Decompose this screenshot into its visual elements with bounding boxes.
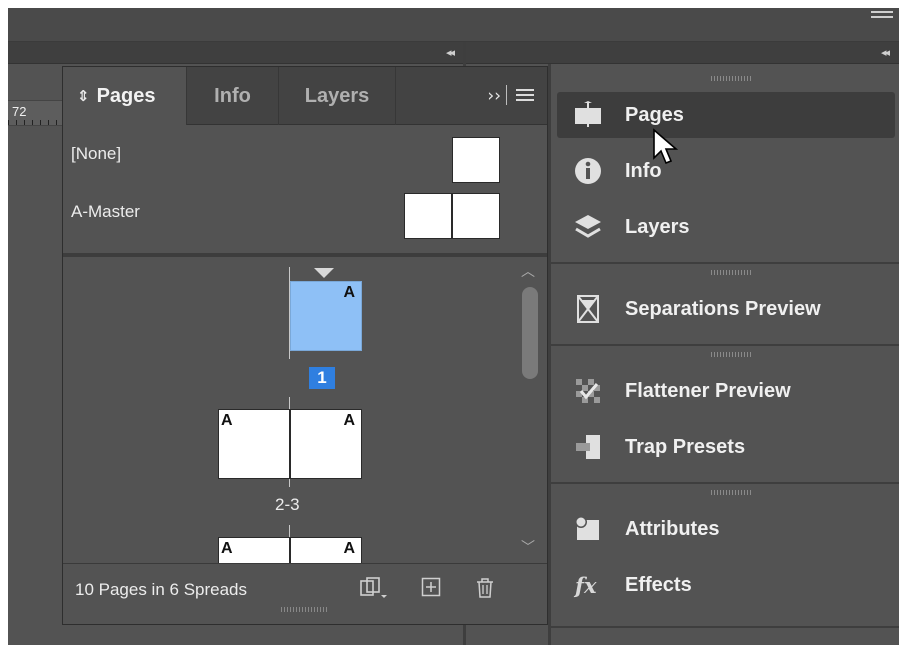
separations-preview-icon bbox=[577, 295, 599, 323]
dock-grip[interactable] bbox=[711, 490, 751, 495]
pages-summary: 10 Pages in 6 Spreads bbox=[75, 580, 248, 599]
scroll-up-icon[interactable]: ︿ bbox=[521, 261, 535, 281]
pages-panel: ⇕ Pages Info Layers ›› [None] A-Master A… bbox=[62, 66, 548, 625]
dock-item-flattener-preview[interactable]: Flattener Preview bbox=[557, 368, 895, 414]
top-bar bbox=[8, 8, 899, 42]
scroll-thumb[interactable] bbox=[522, 287, 538, 379]
attributes-icon bbox=[575, 516, 599, 540]
dock-item-label: Pages bbox=[625, 104, 684, 126]
page-master-letter: A bbox=[343, 284, 355, 301]
collapse-left-icon[interactable]: ◂◂ bbox=[446, 46, 455, 59]
indesign-workspace: ◂◂ ◂◂ 72 ⇕ Pages Info Layers ›› [None] A… bbox=[8, 8, 899, 645]
masters-section: [None] A-Master bbox=[63, 125, 547, 253]
dock-separator bbox=[551, 262, 899, 264]
page-thumbnail-3[interactable]: A bbox=[290, 409, 362, 479]
panel-dock: Pages Info Layers Separations Preview Fl… bbox=[548, 64, 899, 645]
scroll-down-icon[interactable]: ﹀ bbox=[521, 537, 535, 557]
pages-scrollbar[interactable]: ︿ ﹀ bbox=[519, 259, 541, 561]
dock-grip[interactable] bbox=[711, 76, 751, 81]
delete-page-icon[interactable] bbox=[475, 577, 495, 604]
effects-fx-icon: fx bbox=[573, 573, 597, 598]
page-master-letter: A bbox=[343, 412, 355, 429]
tab-info-label: Info bbox=[214, 84, 251, 107]
left-dock-header: ◂◂ bbox=[8, 42, 463, 64]
dock-item-info[interactable]: Info bbox=[557, 148, 895, 194]
workspace-menu-icon[interactable] bbox=[871, 8, 893, 22]
dock-item-trap-presets[interactable]: Trap Presets bbox=[557, 424, 895, 470]
dock-item-label: Trap Presets bbox=[625, 436, 746, 458]
page-thumbnail-2[interactable]: A bbox=[218, 409, 290, 479]
panel-footer: 10 Pages in 6 Spreads bbox=[63, 563, 547, 613]
masters-divider[interactable] bbox=[63, 253, 547, 257]
master-item-none[interactable]: [None] bbox=[63, 127, 547, 183]
double-chevron-right-icon[interactable]: ›› bbox=[487, 86, 501, 106]
tab-pages-label: Pages bbox=[96, 84, 156, 107]
right-dock-header: ◂◂ bbox=[466, 42, 899, 64]
master-label: [None] bbox=[71, 144, 122, 163]
spread-marker-icon bbox=[314, 268, 334, 278]
dock-grip[interactable] bbox=[711, 270, 751, 275]
dock-item-effects[interactable]: fx Effects bbox=[557, 562, 895, 608]
dock-separator bbox=[551, 626, 899, 628]
page-number-label[interactable]: 1 bbox=[309, 367, 335, 389]
page-thumbnail-5[interactable]: A bbox=[290, 537, 362, 563]
panel-menu-icon[interactable] bbox=[516, 89, 534, 104]
ruler-label: 72 bbox=[12, 104, 27, 119]
vertical-ruler: 72 bbox=[8, 100, 62, 126]
panel-resize-grip[interactable] bbox=[281, 607, 327, 612]
master-thumbnail[interactable] bbox=[452, 137, 500, 183]
svg-text:fx: fx bbox=[573, 573, 597, 598]
dock-separator bbox=[551, 344, 899, 346]
ruler-ticks bbox=[8, 120, 62, 125]
master-label: A-Master bbox=[71, 202, 140, 221]
pages-icon bbox=[575, 101, 601, 127]
master-item-a-master[interactable]: A-Master bbox=[63, 185, 547, 241]
trap-presets-icon bbox=[576, 435, 600, 459]
tab-layers[interactable]: Layers bbox=[279, 67, 396, 125]
layers-icon bbox=[575, 215, 601, 238]
info-icon bbox=[575, 158, 601, 184]
page-master-letter: A bbox=[221, 412, 233, 429]
tab-info[interactable]: Info bbox=[187, 67, 279, 125]
up-down-arrows-icon: ⇕ bbox=[77, 87, 90, 105]
dock-separator bbox=[551, 482, 899, 484]
collapse-right-icon[interactable]: ◂◂ bbox=[881, 46, 890, 59]
pages-list: A 1 A A 2-3 A A ︿ ﹀ bbox=[63, 259, 547, 563]
tab-separator bbox=[506, 85, 507, 105]
dock-item-layers[interactable]: Layers bbox=[557, 204, 895, 250]
tab-pages[interactable]: ⇕ Pages bbox=[63, 67, 187, 125]
page-thumbnail-4[interactable]: A bbox=[218, 537, 290, 563]
dock-item-pages[interactable]: Pages bbox=[557, 92, 895, 138]
dock-grip[interactable] bbox=[711, 352, 751, 357]
page-master-letter: A bbox=[343, 540, 355, 557]
page-master-letter: A bbox=[221, 540, 233, 557]
tab-layers-label: Layers bbox=[304, 84, 370, 107]
flattener-preview-icon bbox=[576, 379, 600, 403]
edit-page-size-icon[interactable] bbox=[359, 577, 389, 604]
dock-item-separations-preview[interactable]: Separations Preview bbox=[557, 286, 895, 332]
dock-item-label: Layers bbox=[625, 216, 690, 238]
master-thumbnail-left[interactable] bbox=[404, 193, 452, 239]
panel-tab-bar: ⇕ Pages Info Layers ›› bbox=[63, 67, 547, 125]
spread-number-label[interactable]: 2-3 bbox=[275, 495, 300, 515]
new-page-icon[interactable] bbox=[421, 577, 441, 602]
dock-item-label: Attributes bbox=[625, 518, 720, 540]
master-thumbnail-right[interactable] bbox=[452, 193, 500, 239]
mouse-cursor-icon bbox=[653, 128, 679, 165]
dock-item-label: Separations Preview bbox=[625, 298, 821, 320]
dock-item-label: Effects bbox=[625, 574, 692, 596]
page-thumbnail-1[interactable]: A bbox=[290, 281, 362, 351]
dock-item-label: Flattener Preview bbox=[625, 380, 791, 402]
dock-item-attributes[interactable]: Attributes bbox=[557, 506, 895, 552]
